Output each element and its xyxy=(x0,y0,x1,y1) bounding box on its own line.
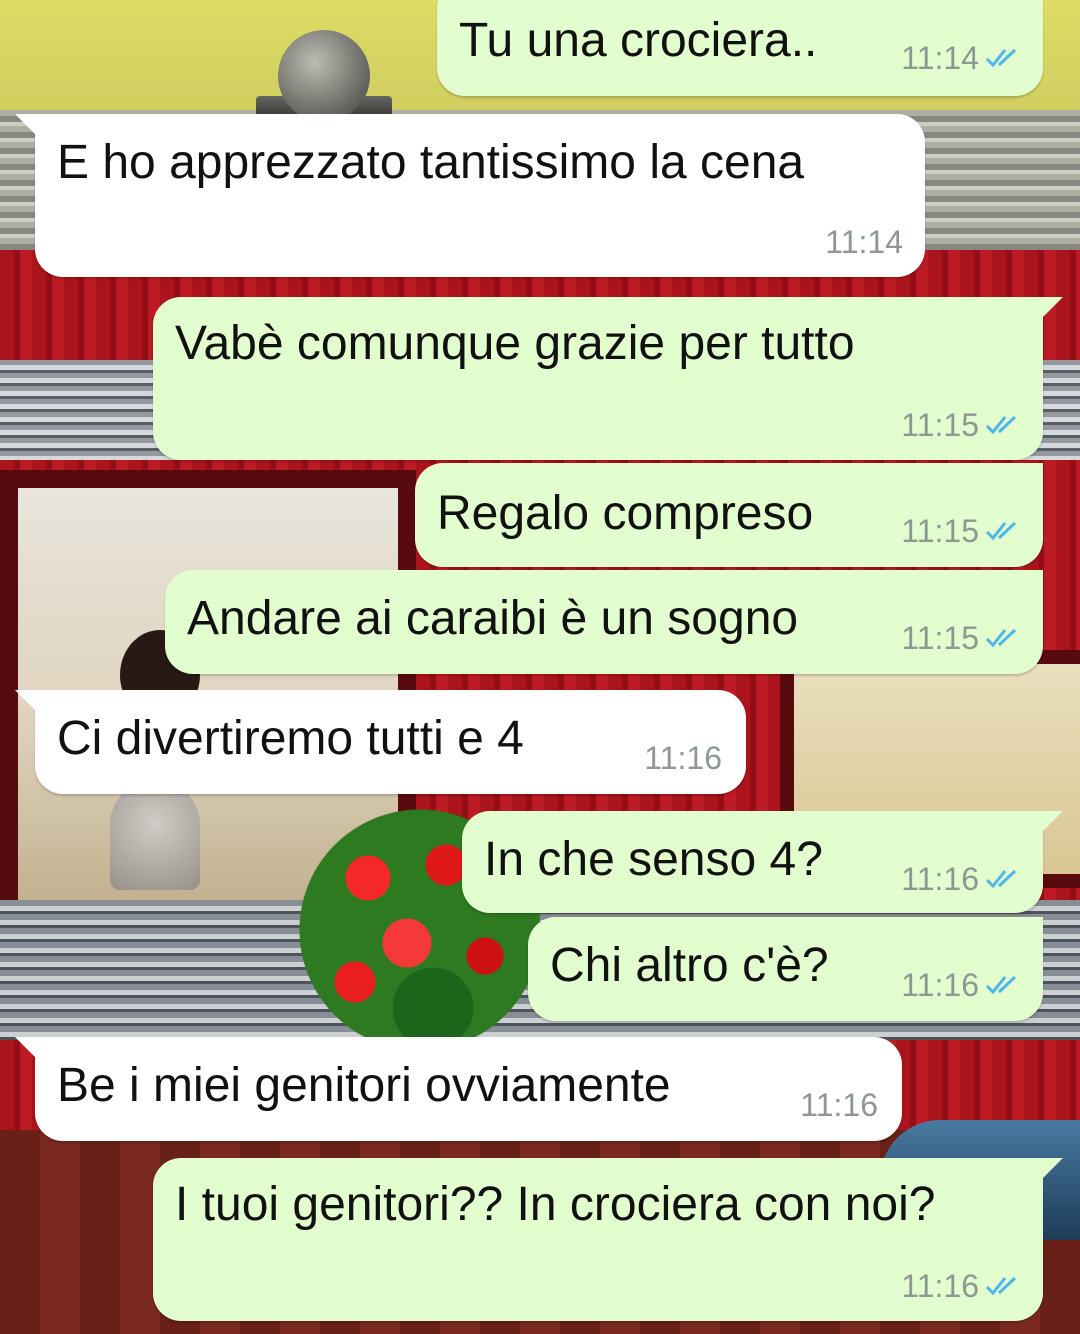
message-meta: 11:16 xyxy=(901,1268,1021,1304)
message-text: Chi altro c'è? xyxy=(550,939,829,992)
message-text: Vabè comunque grazie per tutto xyxy=(175,317,855,370)
message-meta: 11:14 xyxy=(825,224,903,260)
message-bubble-outgoing[interactable]: Tu una crociera.. 11:14 xyxy=(437,0,1043,96)
double-check-read-icon xyxy=(985,48,1017,68)
message-time: 11:16 xyxy=(800,1087,878,1123)
message-text: Tu una crociera.. xyxy=(459,14,818,67)
double-check-read-icon xyxy=(985,1276,1017,1296)
message-bubble-outgoing[interactable]: In che senso 4? 11:16 xyxy=(462,811,1063,913)
message-text: Andare ai caraibi è un sogno xyxy=(187,592,799,645)
message-meta: 11:16 xyxy=(901,967,1021,1003)
message-time: 11:15 xyxy=(901,620,979,656)
message-bubble-incoming[interactable]: Ci divertiremo tutti e 4 11:16 xyxy=(15,690,746,794)
message-time: 11:14 xyxy=(901,40,979,76)
message-text: Be i miei genitori ovviamente xyxy=(57,1059,671,1112)
message-bubble-outgoing[interactable]: Andare ai caraibi è un sogno 11:15 xyxy=(165,570,1043,674)
message-text: I tuoi genitori?? In crociera con noi? xyxy=(175,1178,936,1231)
message-meta: 11:15 xyxy=(901,620,1021,656)
double-check-read-icon xyxy=(985,869,1017,889)
message-meta: 11:16 xyxy=(800,1087,878,1123)
message-bubble-outgoing[interactable]: Regalo compreso 11:15 xyxy=(415,463,1043,567)
double-check-read-icon xyxy=(985,628,1017,648)
message-bubble-incoming[interactable]: E ho apprezzato tantissimo la cena 11:14 xyxy=(15,114,925,277)
message-bubble-outgoing[interactable]: I tuoi genitori?? In crociera con noi? 1… xyxy=(153,1158,1063,1321)
double-check-read-icon xyxy=(985,975,1017,995)
message-time: 11:15 xyxy=(901,513,979,549)
message-meta: 11:16 xyxy=(644,740,722,776)
message-time: 11:14 xyxy=(825,224,903,260)
message-time: 11:15 xyxy=(901,407,979,443)
double-check-read-icon xyxy=(985,415,1017,435)
message-bubble-incoming[interactable]: Be i miei genitori ovviamente 11:16 xyxy=(15,1037,902,1141)
message-meta: 11:15 xyxy=(901,513,1021,549)
message-text: Regalo compreso xyxy=(437,487,814,540)
message-time: 11:16 xyxy=(901,861,979,897)
message-text: E ho apprezzato tantissimo la cena xyxy=(57,136,805,189)
message-meta: 11:16 xyxy=(901,861,1021,897)
double-check-read-icon xyxy=(985,521,1017,541)
message-text: In che senso 4? xyxy=(484,833,823,886)
message-text: Ci divertiremo tutti e 4 xyxy=(57,712,524,765)
message-meta: 11:14 xyxy=(901,40,1021,76)
message-time: 11:16 xyxy=(644,740,722,776)
message-bubble-outgoing[interactable]: Chi altro c'è? 11:16 xyxy=(528,917,1043,1021)
chat-screen: Tu una crociera.. 11:14 E ho apprezzato … xyxy=(0,0,1080,1334)
message-time: 11:16 xyxy=(901,1268,979,1304)
message-bubble-outgoing[interactable]: Vabè comunque grazie per tutto 11:15 xyxy=(153,297,1063,460)
message-time: 11:16 xyxy=(901,967,979,1003)
message-meta: 11:15 xyxy=(901,407,1021,443)
